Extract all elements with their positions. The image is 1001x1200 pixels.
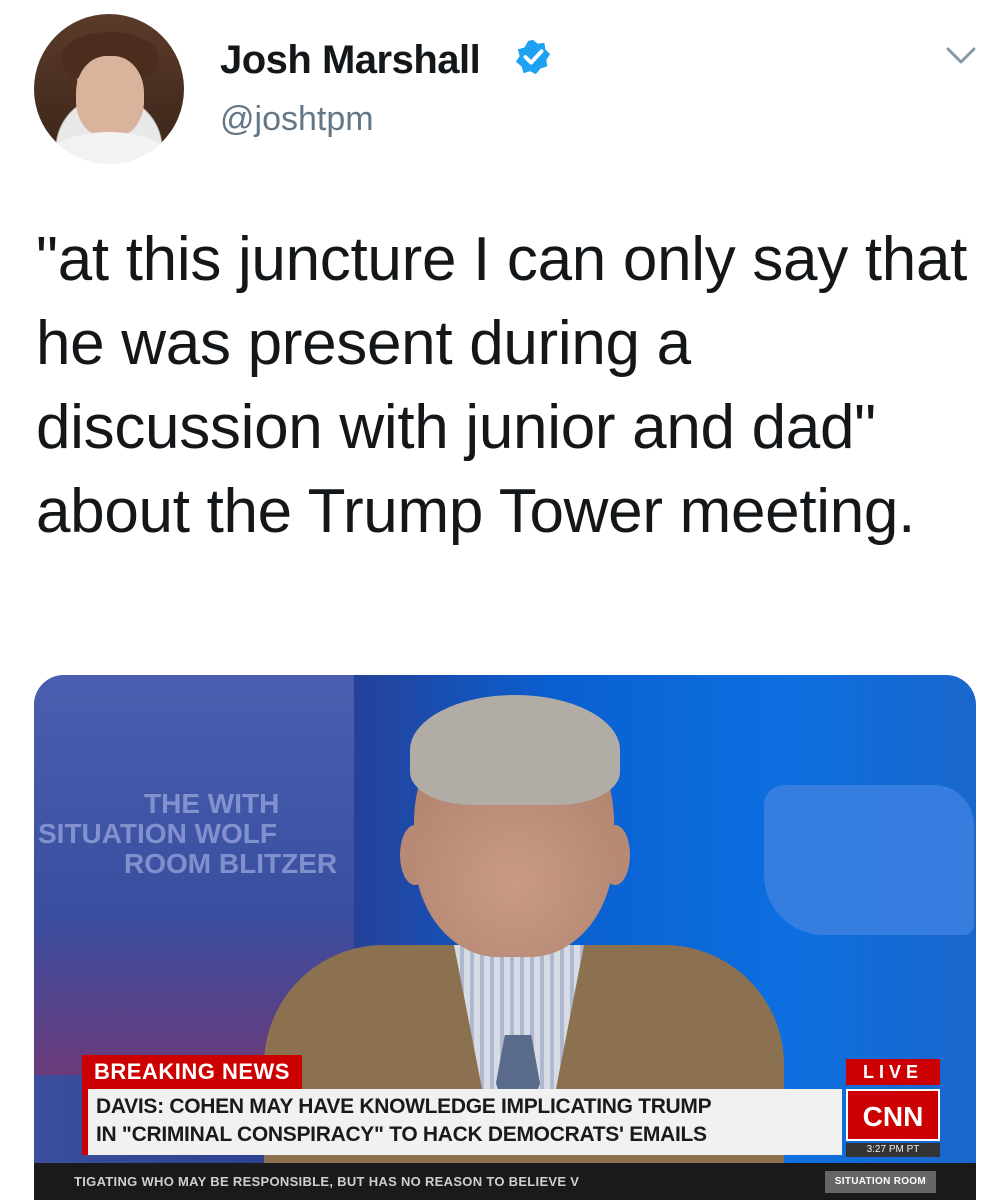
avatar[interactable] <box>34 14 184 164</box>
live-badge: LIVE <box>846 1059 940 1085</box>
verified-badge-icon <box>515 39 551 75</box>
wall-text: ROOM BLITZER <box>124 848 338 879</box>
ticker-text: TIGATING WHO MAY BE RESPONSIBLE, BUT HAS… <box>74 1174 580 1189</box>
avatar-shirt <box>44 132 174 164</box>
author-handle[interactable]: @joshtpm <box>220 100 374 139</box>
news-chyron: DAVIS: COHEN MAY HAVE KNOWLEDGE IMPLICAT… <box>82 1089 842 1155</box>
wall-text: THE WITH <box>144 788 280 819</box>
person-hair <box>410 695 620 805</box>
wall-text: SITUATION WOLF <box>38 818 277 849</box>
cnn-logo: CNN <box>846 1089 940 1141</box>
breaking-news-label: BREAKING NEWS <box>82 1055 302 1089</box>
chevron-down-icon[interactable] <box>944 40 978 70</box>
chyron-line-1: DAVIS: COHEN MAY HAVE KNOWLEDGE IMPLICAT… <box>96 1095 712 1118</box>
avatar-face <box>76 56 144 138</box>
news-ticker: TIGATING WHO MAY BE RESPONSIBLE, BUT HAS… <box>34 1163 976 1200</box>
tweet-media-image[interactable]: THE WITH SITUATION WOLF ROOM BLITZER BRE… <box>34 675 976 1200</box>
tweet-text: "at this juncture I can only say that he… <box>36 225 968 546</box>
broadcast-time: 3:27 PM PT <box>846 1143 940 1157</box>
author-name[interactable]: Josh Marshall <box>220 38 481 83</box>
background-map <box>764 785 974 935</box>
ticker-tag: SITUATION ROOM <box>824 1171 936 1193</box>
chyron-line-2: IN "CRIMINAL CONSPIRACY" TO HACK DEMOCRA… <box>96 1123 707 1146</box>
